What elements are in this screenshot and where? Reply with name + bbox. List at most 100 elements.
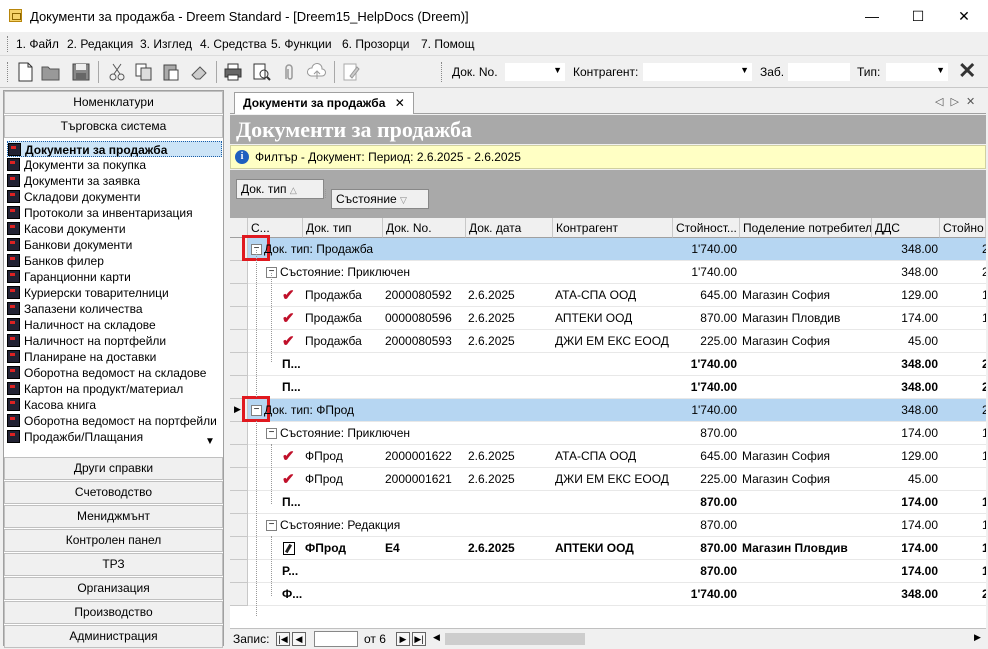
maximize-button[interactable]: ☐ (895, 0, 941, 32)
group-by-doc-type[interactable]: Док. тип △ (236, 179, 324, 199)
hdr-value[interactable]: Стойност... (673, 218, 740, 238)
sidebar-item[interactable]: Наличност на портфейли (7, 333, 222, 349)
nav-group-trade-system[interactable]: Търговска система (4, 115, 223, 138)
sidebar-item[interactable]: Оборотна ведомост на портфейли (7, 413, 222, 429)
tab-nav-icons[interactable]: ◁ ▷ ✕ (935, 95, 977, 108)
nav-group-payroll[interactable]: ТРЗ (4, 553, 223, 576)
copy-icon[interactable] (133, 61, 155, 83)
sidebar-item[interactable]: Продажби/Плащания (7, 429, 222, 445)
sidebar-item[interactable]: Протоколи за инвентаризация (7, 205, 222, 221)
nav-group-accounting[interactable]: Счетоводство (4, 481, 223, 504)
sidebar-item[interactable]: Запазени количества (7, 301, 222, 317)
subgroup-row[interactable]: − Състояние: Приключен 870.00 174.00 1 (230, 422, 986, 445)
scroll-left-icon[interactable]: ◀ (433, 632, 440, 643)
save-icon[interactable] (70, 61, 92, 83)
record-number-input[interactable] (314, 631, 358, 647)
row-indicator[interactable] (230, 330, 248, 353)
menu-help[interactable]: 7. Помощ (421, 37, 474, 51)
subgroup-footer-row[interactable]: П... 1'740.00 348.00 2 (230, 353, 986, 376)
last-record-button[interactable]: ▶| (412, 632, 426, 646)
nav-group-other-reports[interactable]: Други справки (4, 457, 223, 480)
type-combo[interactable]: ▼ (886, 63, 948, 81)
group-row[interactable]: ▶ − Док. тип: ФПрод 1'740.00 348.00 2 (230, 396, 986, 422)
group-by-status[interactable]: Състояние ▽ (331, 189, 429, 209)
sidebar-item[interactable]: Банков филер (7, 253, 222, 269)
open-folder-icon[interactable] (40, 61, 62, 83)
clear-filter-icon[interactable]: ✕ (958, 60, 976, 82)
print-icon[interactable] (222, 61, 244, 83)
sidebar-item[interactable]: Касова книга (7, 397, 222, 413)
hdr-doc-type[interactable]: Док. тип (303, 218, 383, 238)
sidebar-item[interactable]: Наличност на складове (7, 317, 222, 333)
zab-input[interactable] (788, 63, 850, 81)
sidebar-item[interactable]: Складови документи (7, 189, 222, 205)
subgroup-row[interactable]: − Състояние: Редакция 870.00 174.00 1 (230, 514, 986, 537)
print-preview-icon[interactable] (250, 61, 272, 83)
collapse-icon[interactable]: − (266, 520, 277, 531)
sidebar-item[interactable]: Документи за покупка (7, 157, 222, 173)
contragent-combo[interactable]: ▼ (643, 63, 752, 81)
hdr-department[interactable]: Поделение потребител (740, 218, 872, 238)
first-record-button[interactable]: |◀ (276, 632, 290, 646)
close-window-button[interactable]: ✕ (941, 0, 987, 32)
scroll-right-icon[interactable]: ▶ (974, 632, 981, 643)
edit-doc-icon[interactable] (340, 61, 362, 83)
next-record-button[interactable]: ▶ (396, 632, 410, 646)
sidebar-item[interactable]: Планиране на доставки (7, 349, 222, 365)
nav-group-control-panel[interactable]: Контролен панел (4, 529, 223, 552)
row-indicator[interactable] (230, 537, 248, 560)
subgroup-row[interactable]: − Състояние: Приключен 1'740.00 348.00 2 (230, 261, 986, 284)
doc-no-combo[interactable]: ▼ (505, 63, 565, 81)
tab-sales-documents[interactable]: Документи за продажба ✕ (234, 92, 414, 114)
table-row[interactable]: ✔ Продажба 2000080593 2.6.2025 ДЖИ ЕМ ЕКС ЕО… (230, 330, 986, 353)
group-footer-row[interactable]: П... 1'740.00 348.00 2 (230, 376, 986, 399)
new-document-icon[interactable] (14, 61, 36, 83)
menu-windows[interactable]: 6. Прозорци (342, 37, 409, 51)
nav-group-management[interactable]: Мениджмънт (4, 505, 223, 528)
table-row[interactable]: ✔ ФПрод 2000001621 2.6.2025 ДЖИ ЕМ ЕКС ЕООД 2… (230, 468, 986, 491)
nav-group-organization[interactable]: Организация (4, 577, 223, 600)
paste-icon[interactable] (160, 61, 182, 83)
hdr-value2[interactable]: Стойно (940, 218, 986, 238)
subgroup-footer-row[interactable]: П... 870.00 174.00 1 (230, 491, 986, 514)
group-footer-row[interactable]: Ф... 1'740.00 348.00 2 (230, 583, 986, 606)
row-indicator[interactable] (230, 445, 248, 468)
nav-group-administration[interactable]: Администрация (4, 625, 223, 648)
sidebar-item[interactable]: Банкови документи (7, 237, 222, 253)
table-row[interactable]: ✔ ФПрод 2000001622 2.6.2025 АТА-СПА ООД 645.0… (230, 445, 986, 468)
attach-icon[interactable] (278, 61, 300, 83)
row-indicator[interactable] (230, 284, 248, 307)
cloud-upload-icon[interactable] (306, 61, 328, 83)
nav-group-nomenclatures[interactable]: Номенклатури (4, 91, 223, 114)
row-indicator[interactable] (230, 583, 248, 606)
row-indicator[interactable] (230, 307, 248, 330)
row-indicator[interactable] (230, 491, 248, 514)
menu-edit[interactable]: 2. Редакция (67, 37, 133, 51)
table-row[interactable]: ✔ Продажба 2000080592 2.6.2025 АТА-СПА ООД 64… (230, 284, 986, 307)
subgroup-footer-row[interactable]: Р... 870.00 174.00 1 (230, 560, 986, 583)
menu-tools[interactable]: 4. Средства (200, 37, 267, 51)
row-indicator[interactable] (230, 261, 248, 284)
prev-record-button[interactable]: ◀ (292, 632, 306, 646)
row-indicator[interactable] (230, 353, 248, 376)
row-indicator[interactable] (230, 468, 248, 491)
scroll-down-icon[interactable]: ▼ (205, 436, 215, 447)
table-row[interactable]: ✔ Продажба 0000080596 2.6.2025 АПТЕКИ ООД 870… (230, 307, 986, 330)
row-indicator[interactable] (230, 560, 248, 583)
cut-icon[interactable] (106, 61, 128, 83)
hdr-contragent[interactable]: Контрагент (553, 218, 673, 238)
row-indicator[interactable] (230, 422, 248, 445)
sidebar-item[interactable]: Куриерски товарителници (7, 285, 222, 301)
tab-close-icon[interactable]: ✕ (395, 96, 405, 110)
row-indicator[interactable] (230, 514, 248, 537)
sidebar-item[interactable]: Гаранционни карти (7, 269, 222, 285)
sidebar-item[interactable]: Картон на продукт/материал (7, 381, 222, 397)
horizontal-scrollbar-thumb[interactable] (445, 633, 585, 645)
sidebar-item[interactable]: Документи за продажба (7, 141, 222, 157)
collapse-icon[interactable]: − (266, 428, 277, 439)
menu-view[interactable]: 3. Изглед (140, 37, 192, 51)
nav-group-production[interactable]: Производство (4, 601, 223, 624)
menu-file[interactable]: 1. Файл (16, 37, 59, 51)
menu-functions[interactable]: 5. Функции (271, 37, 332, 51)
sidebar-item[interactable]: Документи за заявка (7, 173, 222, 189)
